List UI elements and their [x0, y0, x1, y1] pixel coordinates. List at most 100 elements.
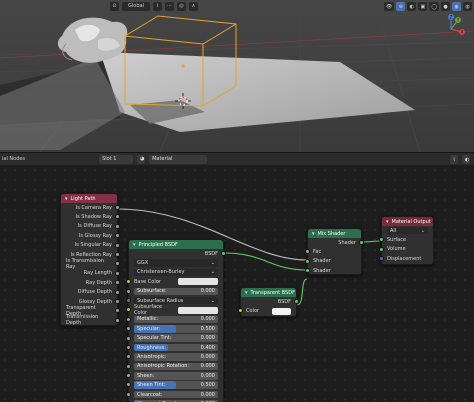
bsdf-value-field[interactable]: Anisotropic Rotation: 0.000 [134, 362, 218, 371]
output-socket[interactable] [115, 298, 120, 304]
visibility-icon[interactable]: 👁 [384, 2, 395, 11]
surface-socket[interactable] [379, 237, 384, 243]
collapse-icon[interactable]: ▾ [65, 196, 68, 202]
material-output-title[interactable]: ▾ Material Output [382, 217, 433, 226]
collapse-icon[interactable]: ▾ [386, 219, 389, 225]
overlay-icon[interactable]: ◐ [407, 2, 417, 11]
material-browse-icon[interactable]: ◕ [137, 154, 146, 164]
collapse-icon[interactable]: ▾ [312, 231, 315, 237]
shader-input-1-socket[interactable] [305, 258, 310, 264]
subsurface-radius-socket[interactable] [126, 297, 131, 303]
displacement-socket[interactable] [379, 256, 384, 262]
bsdf-value-field[interactable]: Anisotropic: 0.000 [134, 353, 218, 361]
bsdf-value-field[interactable]: Specular: 0.500 [134, 325, 218, 333]
principled-bsdf-node[interactable]: ▾ Principled BSDF BSDF GGX ⌄ Christensen-… [126, 239, 226, 402]
falloff-icon[interactable]: ∧ [189, 1, 198, 11]
field-label: Anisotropic: [137, 353, 167, 360]
transparent-color-row: Color [238, 306, 296, 315]
bsdf-value-field[interactable]: Roughness: 0.400 [134, 343, 218, 352]
transparent-color-socket[interactable] [238, 308, 243, 314]
bsdf-value-field[interactable]: Sheen Tint: 0.500 [134, 381, 218, 389]
subsurface-socket[interactable] [126, 288, 131, 294]
bsdf-value-field[interactable]: Metallic: 0.000 [134, 315, 218, 324]
svg-text:X: X [461, 30, 464, 35]
base-color-swatch[interactable] [178, 278, 218, 286]
rendered-shading-icon[interactable]: ◍ [463, 2, 472, 11]
light-path-output-row: Is Camera Ray [61, 203, 120, 212]
base-color-socket[interactable] [126, 279, 131, 285]
output-socket[interactable] [115, 205, 120, 210]
mix-shader-title[interactable]: ▾ Mix Shader [308, 229, 361, 238]
output-socket[interactable] [115, 242, 120, 248]
light-path-node[interactable]: ▾ Light Path Is Camera Ray Is Shadow Ray I… [60, 193, 120, 327]
subsurface-color-socket[interactable] [126, 307, 131, 313]
field-socket[interactable] [126, 354, 131, 360]
transparent-bsdf-node[interactable]: ▾ Transparent BSDF BSDF Color [238, 287, 299, 317]
output-socket[interactable] [115, 317, 120, 323]
mix-shader-node[interactable]: ▾ Mix Shader Shader Fac Shader Shader [305, 228, 364, 275]
gizmo-toggle-icon[interactable]: ⊕ [396, 2, 406, 11]
material-name-field[interactable]: Material [149, 154, 208, 164]
proportional-edit-icon[interactable]: ◎ [177, 1, 186, 11]
field-socket[interactable] [126, 344, 131, 350]
light-path-title[interactable]: ▾ Light Path [61, 194, 117, 203]
solid-shading-icon[interactable]: ● [441, 2, 450, 11]
field-socket[interactable] [126, 316, 131, 322]
output-label: Transmission Depth [66, 314, 99, 327]
distribution-dropdown[interactable]: GGX ⌄ [134, 259, 218, 267]
wireframe-shading-icon[interactable]: ◯ [429, 2, 439, 11]
field-socket[interactable] [126, 363, 131, 369]
volume-socket[interactable] [379, 246, 384, 252]
snap-icon[interactable]: ⌇ [153, 1, 162, 11]
transparent-bsdf-title[interactable]: ▾ Transparent BSDF [241, 288, 296, 297]
slot-dropdown[interactable]: Slot 1 [99, 154, 134, 164]
subsurface-method-dropdown[interactable]: Christensen-Burley ⌄ [134, 268, 218, 277]
output-socket[interactable] [115, 289, 120, 295]
subsurface-color-swatch[interactable] [178, 306, 218, 314]
material-output-node[interactable]: ▾ Material Output All ⌄ Surface Volume Di… [379, 216, 434, 265]
orientation-dropdown[interactable]: Global [122, 1, 150, 11]
shader-input-2-socket[interactable] [305, 268, 310, 274]
fac-socket[interactable] [305, 249, 310, 255]
overlay-node-icon[interactable]: ◐ [462, 155, 470, 164]
transparent-color-swatch[interactable] [272, 307, 291, 315]
bsdf-value-field[interactable]: Specular Tint: 0.000 [134, 334, 218, 342]
output-label: Is Singular Ray [74, 242, 112, 249]
collapse-icon[interactable]: ▾ [245, 290, 248, 296]
output-label: Diffuse Depth [77, 289, 112, 296]
material-name: Material [152, 156, 173, 162]
output-socket[interactable] [115, 223, 120, 229]
target-dropdown[interactable]: All ⌄ [387, 226, 428, 235]
output-socket[interactable] [115, 270, 120, 276]
transparent-output-socket[interactable] [294, 299, 299, 304]
bsdf-value-field[interactable]: Sheen: 0.000 [134, 372, 218, 380]
bsdf-value-field[interactable]: Clearcoat: 0.000 [134, 390, 218, 399]
mix-fac-row: Fac [305, 247, 361, 256]
navigation-gizmo[interactable]: X Y Z [436, 14, 466, 44]
field-socket[interactable] [126, 326, 131, 332]
3d-viewport[interactable]: ⊙ Global ⌇ ⋯ ◎ ∧ 👁 ⊕ ◐ ▣ ◯ ● ◉ ◍ X Y Z [0, 0, 474, 152]
output-socket[interactable] [115, 251, 120, 257]
collapse-icon[interactable]: ▾ [133, 242, 136, 248]
field-value: 0.000 [200, 335, 215, 342]
light-path-output-row: Transmission Depth [61, 314, 120, 327]
field-socket[interactable] [126, 335, 131, 341]
subsurface-field[interactable]: Subsurface: 0.000 [134, 287, 218, 295]
mix-shader1-row: Shader [305, 257, 361, 266]
node-editor-canvas[interactable]: ▾ Light Path Is Camera Ray Is Shadow Ray I… [0, 165, 474, 402]
material-preview-icon[interactable]: ◉ [452, 2, 461, 11]
bsdf-output-socket[interactable] [221, 251, 226, 256]
field-socket[interactable] [126, 373, 131, 379]
displacement-row: Displacement [379, 254, 433, 263]
xray-icon[interactable]: ▣ [418, 2, 428, 11]
principled-bsdf-title[interactable]: ▾ Principled BSDF [129, 240, 223, 249]
mix-output-socket[interactable] [359, 240, 364, 245]
transform-pivot-icon[interactable]: ⊙ [110, 1, 119, 11]
mix-output-row: Shader [308, 238, 364, 247]
snap-options-icon[interactable]: ⋯ [165, 1, 174, 11]
field-socket[interactable] [126, 382, 131, 388]
output-label: Ray Length [83, 270, 112, 277]
light-path-output-row: Ray Length [61, 269, 120, 278]
field-socket[interactable] [126, 391, 131, 397]
snap-node-icon[interactable]: ⌇ [450, 155, 458, 164]
